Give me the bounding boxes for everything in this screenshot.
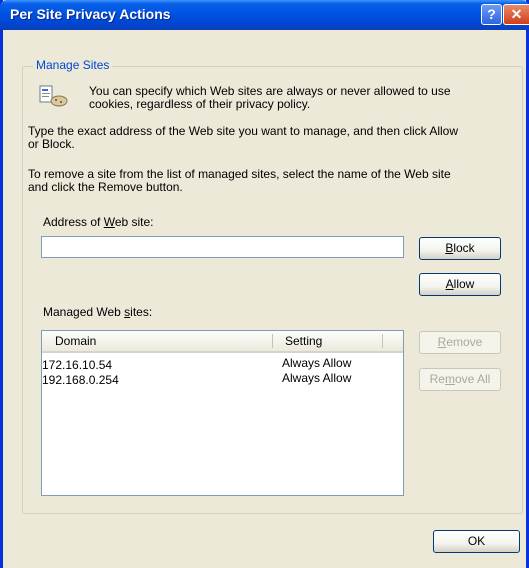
remove-label: emove [446, 335, 483, 349]
instruction2-line2: and click the Remove button. [28, 180, 183, 194]
managed-label-pre: Managed Web [43, 305, 125, 319]
managed-label-post: ites: [130, 305, 153, 319]
address-label-pre: Address of [43, 215, 104, 229]
managed-sites-label: Managed Web sites: [43, 306, 152, 319]
remove-button[interactable]: Remove [419, 331, 501, 354]
column-divider[interactable] [382, 334, 383, 348]
remove-all-post: ove All [454, 372, 491, 386]
instruction1-line2: or Block. [28, 137, 75, 151]
block-button[interactable]: Block [419, 237, 501, 260]
remove-all-accel: m [444, 372, 455, 386]
row-domain: 172.16.10.54 [42, 358, 113, 372]
list-header: Domain Setting [42, 331, 403, 353]
privacy-cookie-icon [39, 85, 68, 107]
ok-button[interactable]: OK [433, 530, 520, 553]
allow-accel: A [445, 277, 454, 291]
remove-all-pre: Re [429, 372, 445, 386]
row-setting: Always Allow [282, 356, 352, 370]
remove-all-button[interactable]: Remove All [419, 368, 501, 391]
table-row[interactable]: 172.16.10.54 Always Allow [42, 356, 403, 372]
column-domain[interactable]: Domain [42, 331, 272, 351]
address-label: Address of Web site: [43, 216, 154, 229]
address-label-accel: W [103, 215, 115, 229]
remove-accel: R [437, 335, 447, 349]
help-button[interactable]: ? [481, 4, 502, 25]
row-setting: Always Allow [282, 371, 352, 385]
address-input[interactable] [41, 236, 404, 258]
block-label: lock [453, 241, 475, 255]
row-domain: 192.168.0.254 [42, 373, 119, 387]
allow-button[interactable]: Allow [419, 273, 501, 296]
allow-label: llow [453, 277, 475, 291]
instruction1-line1: Type the exact address of the Web site y… [28, 124, 459, 138]
title-bar[interactable]: Per Site Privacy Actions ? ✕ [0, 0, 529, 30]
window-title: Per Site Privacy Actions [10, 6, 171, 22]
column-setting[interactable]: Setting [272, 331, 382, 351]
address-label-post: eb site: [114, 215, 154, 229]
close-button[interactable]: ✕ [503, 4, 529, 25]
intro-text-line2: cookies, regardless of their privacy pol… [89, 97, 311, 111]
managed-sites-list[interactable]: Domain Setting 172.16.10.54 Always Allow… [41, 330, 404, 496]
group-legend: Manage Sites [33, 58, 113, 72]
table-row[interactable]: 192.168.0.254 Always Allow [42, 371, 403, 387]
